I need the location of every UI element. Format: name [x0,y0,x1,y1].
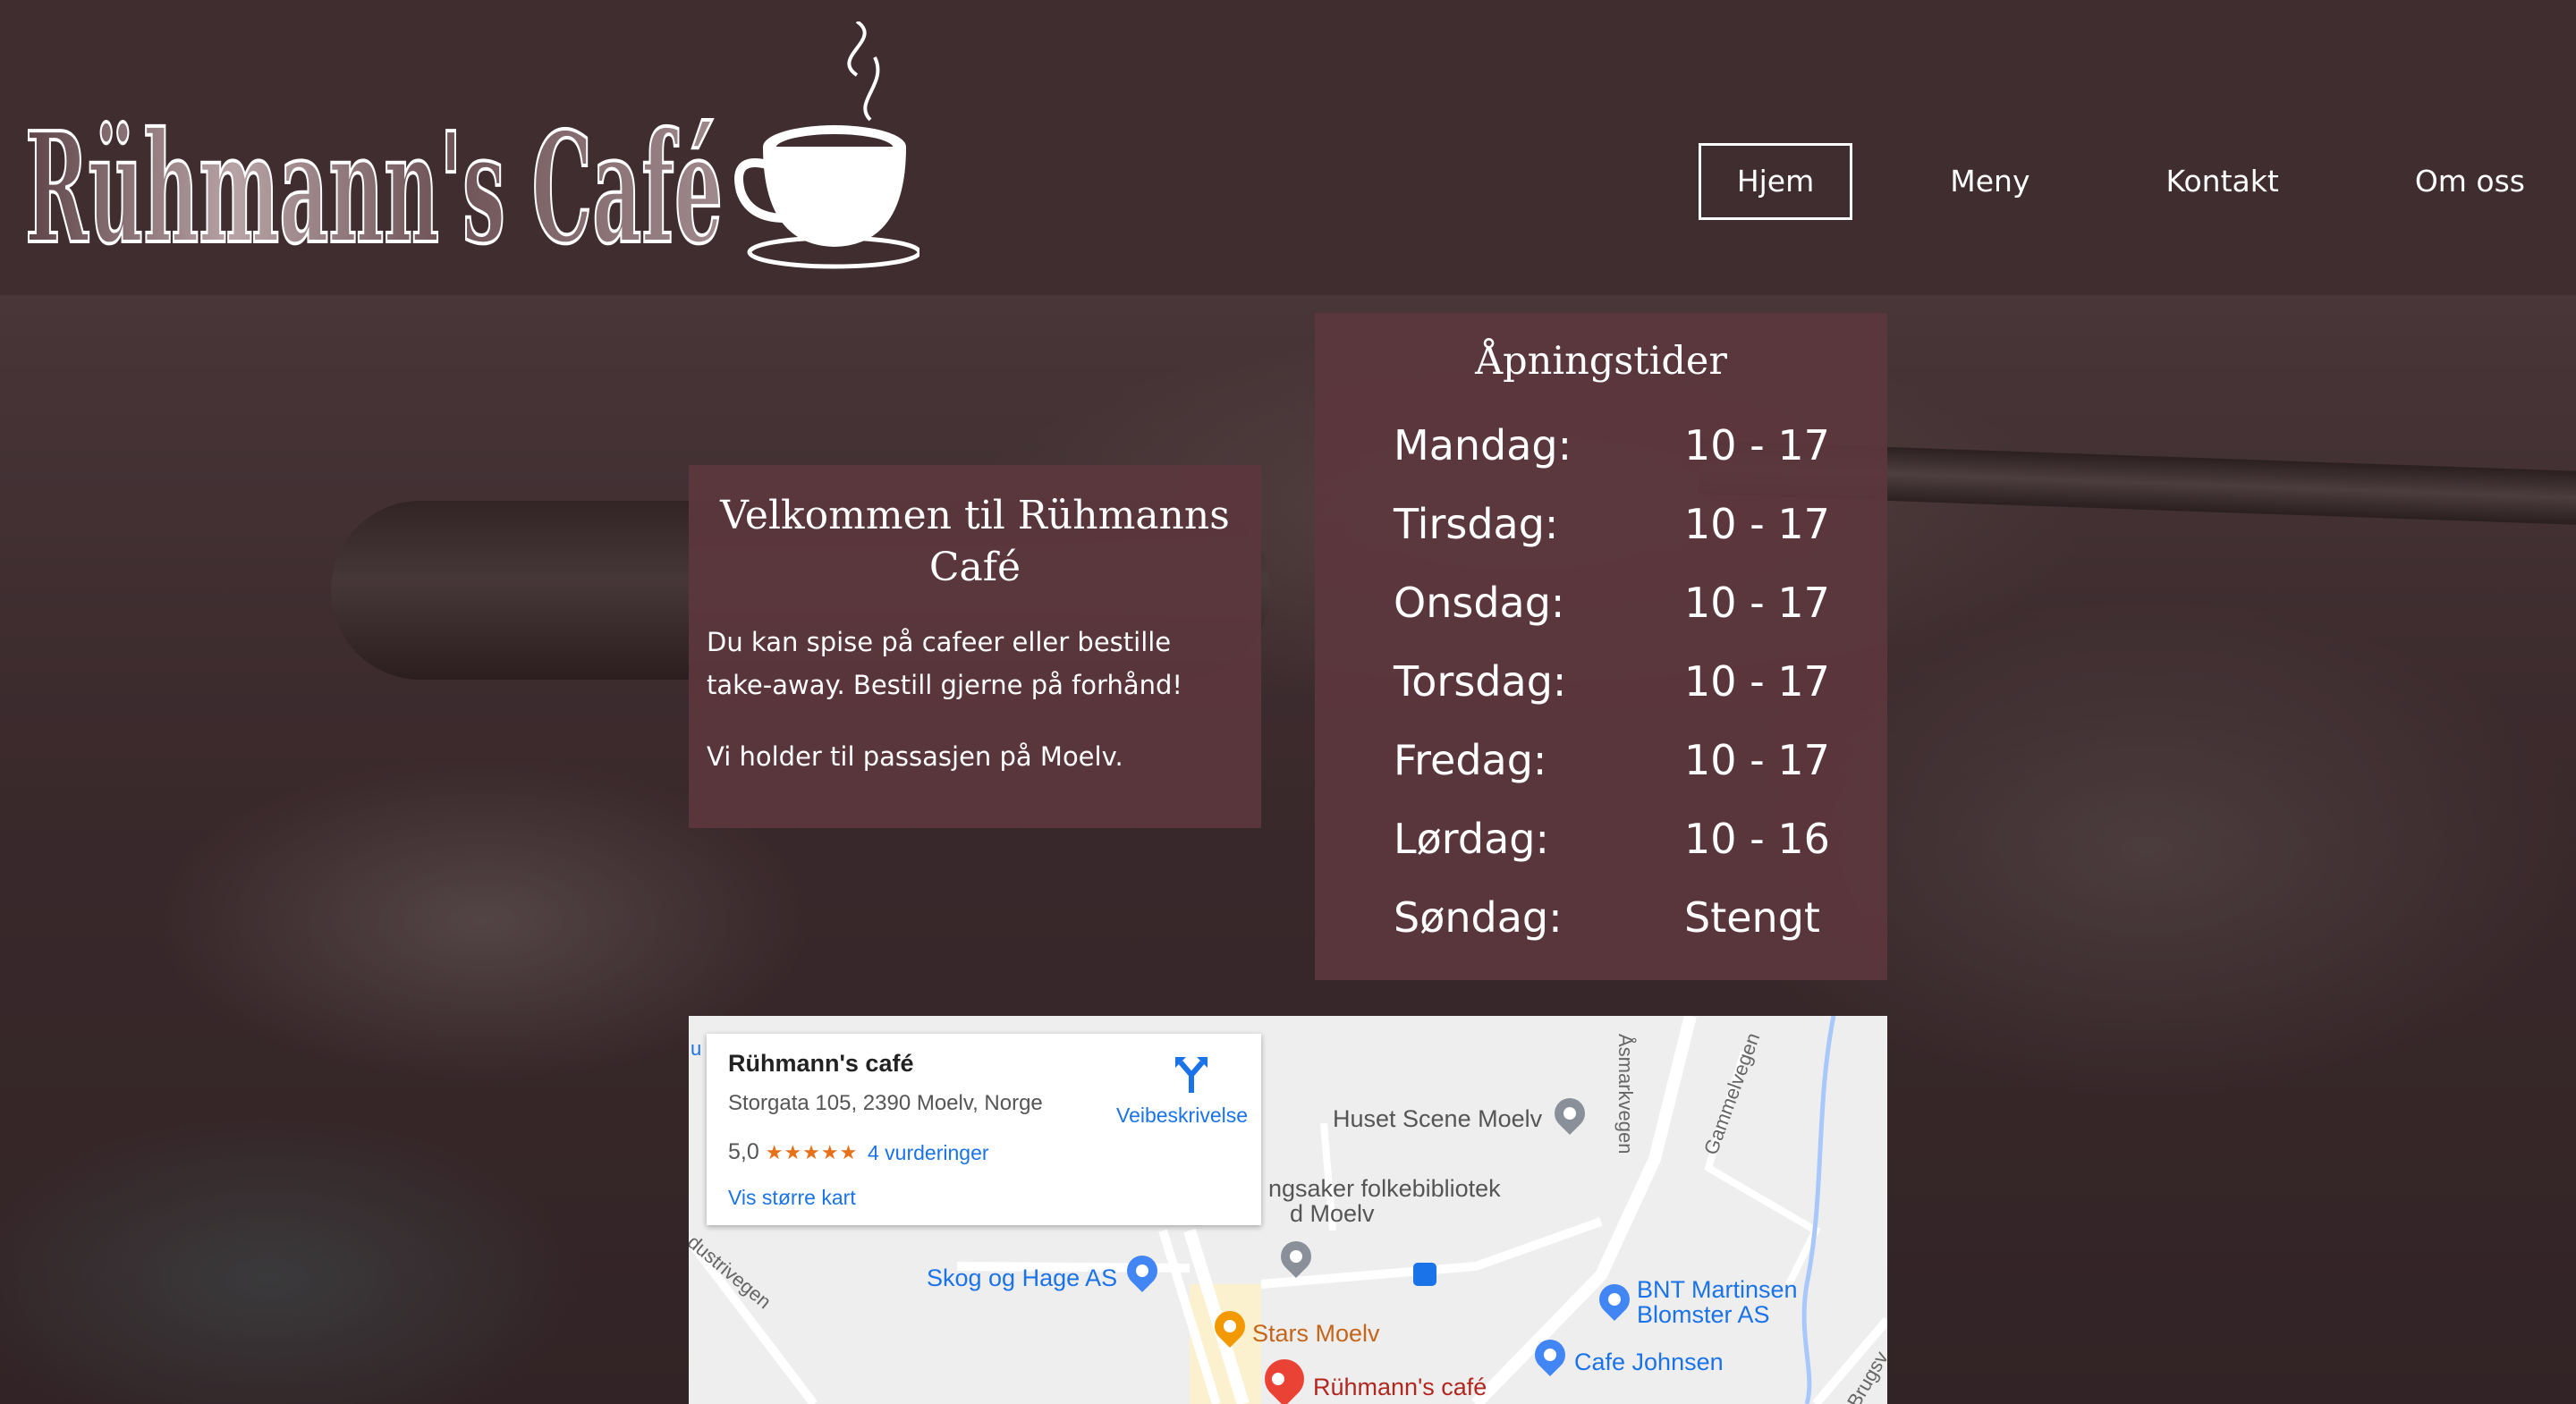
map-place-card: Rühmann's café Storgata 105, 2390 Moelv,… [707,1034,1261,1225]
welcome-title: Velkommen til Rühmanns Café [720,493,1230,590]
hours-time: Stengt [1684,893,1820,942]
hours-time: 10 - 17 [1684,500,1830,548]
hours-row: Torsdag: 10 - 17 [1394,642,1860,721]
rating-value: 5,0 [728,1139,759,1164]
hours-time: 10 - 17 [1684,579,1830,627]
hours-day: Mandag: [1394,421,1572,469]
hours-row: Onsdag: 10 - 17 [1394,563,1860,642]
cafe-logo[interactable]: Rühmann's Café [23,20,922,280]
nav-item-meny[interactable]: Meny [1911,143,2068,220]
poi-bnt-line1: BNT Martinsen [1637,1276,1798,1303]
poi-stars-moelv[interactable]: Stars Moelv [1252,1320,1380,1348]
hours-day: Lørdag: [1394,815,1549,863]
welcome-paragraph-2: Vi holder til passasjen på Moelv. [707,741,1123,772]
poi-ruhmanns-cafe[interactable]: Rühmann's café [1313,1374,1487,1401]
directions-icon[interactable] [1172,1053,1211,1093]
poi-bibliotek-line2: d Moelv [1290,1200,1375,1227]
nav-item-hjem[interactable]: Hjem [1698,143,1853,220]
hours-time: 10 - 17 [1684,736,1830,784]
place-address: Storgata 105, 2390 Moelv, Norge [728,1091,1043,1115]
road-label: u [691,1037,702,1060]
poi-huset-scene[interactable]: Huset Scene Moelv [1333,1105,1542,1133]
poi-bnt-martinsen[interactable]: BNT Martinsen Blomster AS [1637,1277,1798,1327]
opening-hours-panel: Åpningstider Mandag: 10 - 17 Tirsdag: 10… [1315,313,1887,980]
hours-row: Lørdag: 10 - 16 [1394,799,1860,878]
place-name: Rühmann's café [728,1050,914,1077]
nav-item-kontakt[interactable]: Kontakt [2128,143,2318,220]
hours-day: Tirsdag: [1394,500,1559,548]
hours-row: Fredag: 10 - 17 [1394,721,1860,799]
poi-skog-og-hage[interactable]: Skog og Hage AS [927,1264,1117,1292]
welcome-panel: Velkommen til Rühmanns Café Du kan spise… [689,465,1261,828]
hours-day: Fredag: [1394,736,1547,784]
hours-time: 10 - 17 [1684,421,1830,469]
site-header: Rühmann's Café Hjem Meny Kontakt Om oss [0,0,2576,295]
hours-day: Torsdag: [1394,657,1567,706]
hours-row: Mandag: 10 - 17 [1394,406,1860,485]
reviews-link[interactable]: 4 vurderinger [868,1141,989,1165]
poi-bnt-line2: Blomster AS [1637,1301,1770,1328]
opening-hours-title: Åpningstider [1475,339,1727,384]
cafe-logo-graphic: Rühmann's Café [23,20,922,280]
road-label: Åsmarkvegen [1614,1034,1637,1154]
coffee-cup-icon [734,20,922,269]
nav-item-om-oss[interactable]: Om oss [2377,143,2563,220]
poi-cafe-johnsen[interactable]: Cafe Johnsen [1574,1349,1724,1376]
welcome-paragraph-1: Du kan spise på cafeer eller bestille ta… [707,627,1183,700]
larger-map-link[interactable]: Vis større kart [728,1186,856,1210]
rating-stars-icon: ★★★★★ [765,1141,859,1163]
directions-link[interactable]: Veibeskrivelse [1116,1104,1248,1128]
main-nav: Hjem Meny Kontakt Om oss [1698,143,2576,220]
hours-day: Onsdag: [1394,579,1565,627]
hours-time: 10 - 16 [1684,815,1830,863]
hours-row: Tirsdag: 10 - 17 [1394,485,1860,563]
place-rating: 5,0 ★★★★★ [728,1139,858,1165]
hours-row: Søndag: Stengt [1394,878,1860,957]
bus-stop-icon[interactable] [1413,1263,1436,1286]
poi-bibliotek[interactable]: ngsaker folkebibliotek [1268,1175,1501,1203]
logo-text: Rühmann's Café [25,99,723,272]
hours-time: 10 - 17 [1684,657,1830,706]
google-map-embed[interactable]: Åsmarkvegen Gammelvegen dustrivegen Brug… [689,1016,1887,1404]
hours-day: Søndag: [1394,893,1563,942]
